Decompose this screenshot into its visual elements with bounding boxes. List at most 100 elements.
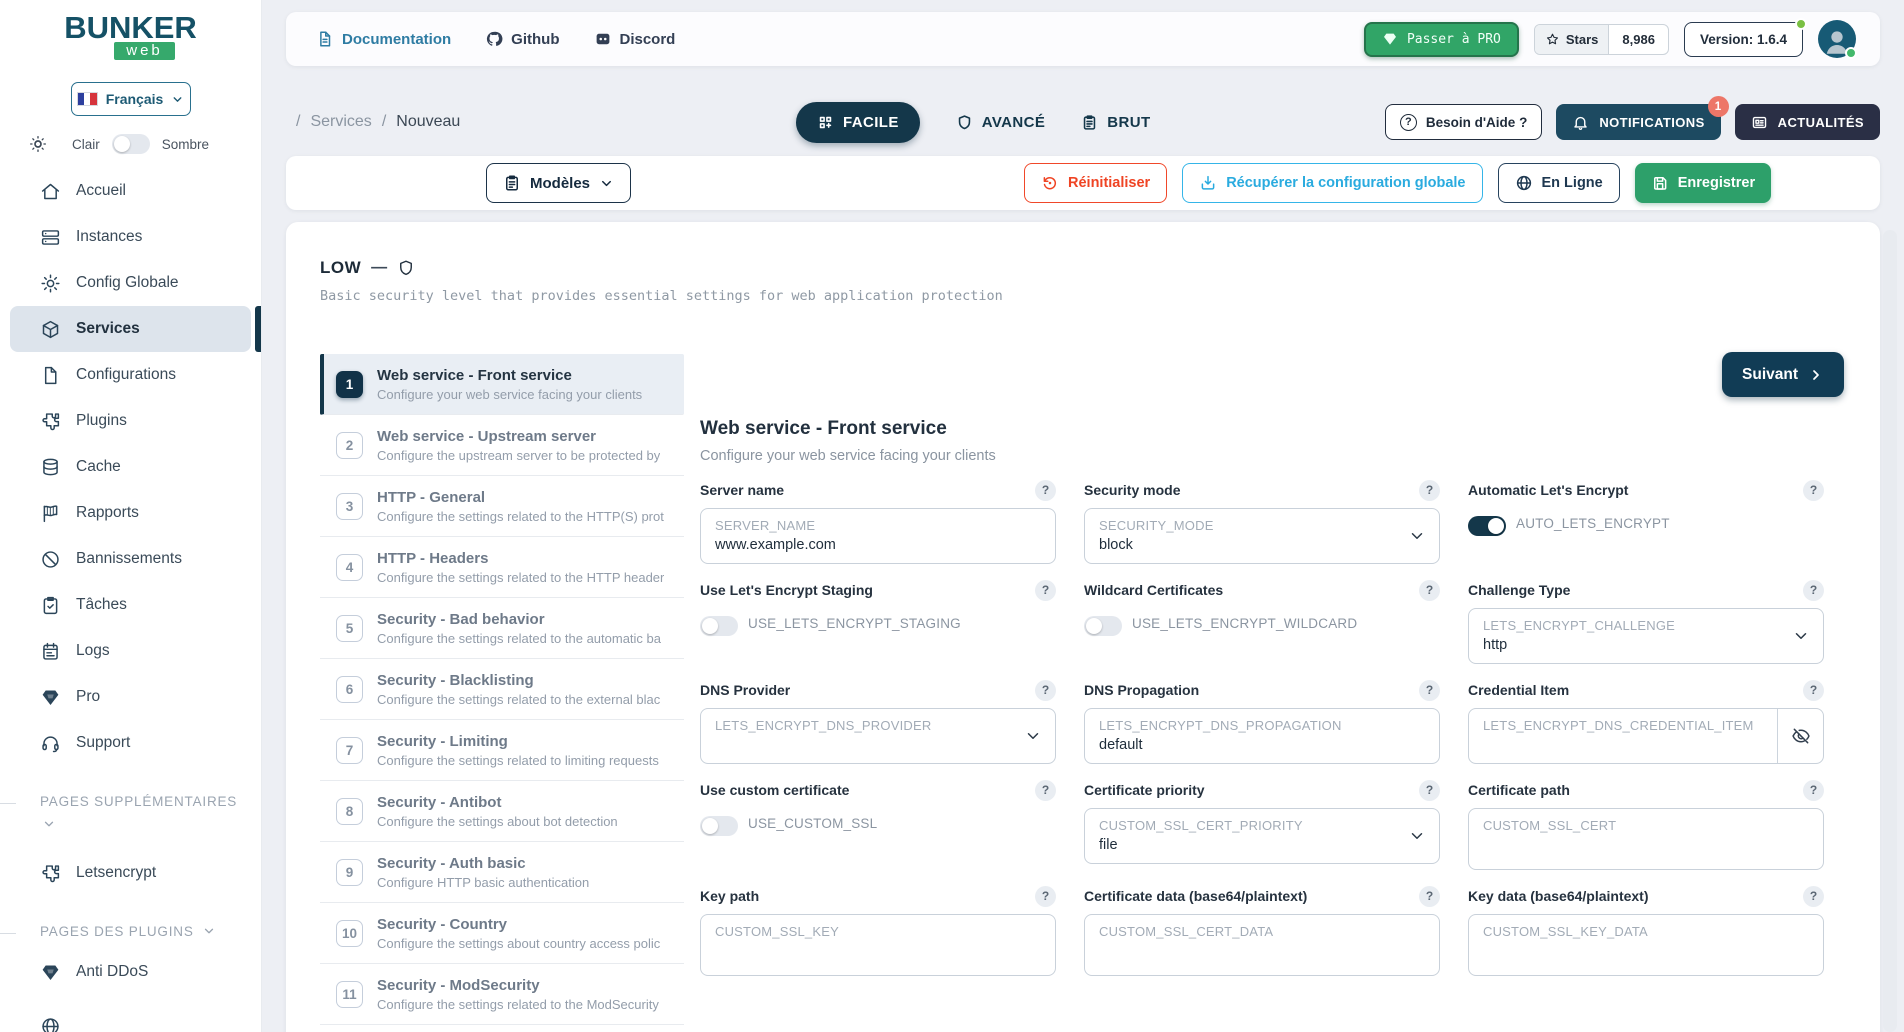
theme-toggle[interactable] <box>112 134 150 154</box>
help-icon[interactable]: ? <box>1803 580 1824 601</box>
wizard-step-9[interactable]: 9Security - Auth basicConfigure HTTP bas… <box>320 842 684 903</box>
field-label-row: Certificate data (base64/plaintext)? <box>1084 886 1440 906</box>
help-icon[interactable]: ? <box>1419 480 1440 501</box>
toggle-auto-lets-encrypt[interactable] <box>1468 516 1506 536</box>
tab-brut[interactable]: BRUT <box>1081 114 1150 131</box>
sidebar-item-partial[interactable] <box>40 1016 61 1032</box>
sidebar-item-anti-ddos[interactable]: Anti DDoS <box>0 949 261 995</box>
help-icon[interactable]: ? <box>1035 780 1056 801</box>
sidebar-item-t-ches[interactable]: Tâches <box>0 582 261 628</box>
save-button[interactable]: Enregistrer <box>1635 163 1771 203</box>
help-icon[interactable]: ? <box>1419 780 1440 801</box>
level-dash: — <box>371 259 387 277</box>
sidebar-item-pro[interactable]: Pro <box>0 674 261 720</box>
sidebar-item-instances[interactable]: Instances <box>0 214 261 260</box>
breadcrumb-item-nouveau[interactable]: Nouveau <box>396 113 460 131</box>
wizard-step-2[interactable]: 2Web service - Upstream serverConfigure … <box>320 415 684 476</box>
sidebar-item-support[interactable]: Support <box>0 720 261 766</box>
discord-link[interactable]: Discord <box>594 30 676 48</box>
sidebar-item-letsencrypt[interactable]: Letsencrypt <box>0 850 261 896</box>
textarea-custom-ssl-cert-data[interactable]: CUSTOM_SSL_CERT_DATA <box>1084 914 1440 976</box>
sidebar-item-configurations[interactable]: Configurations <box>0 352 261 398</box>
tab-facile[interactable]: FACILE <box>796 102 920 143</box>
textarea-custom-ssl-key-data[interactable]: CUSTOM_SSL_KEY_DATA <box>1468 914 1824 976</box>
wizard-step-8[interactable]: 8Security - AntibotConfigure the setting… <box>320 781 684 842</box>
github-icon <box>485 30 503 48</box>
field-value: block <box>1099 537 1425 553</box>
help-icon[interactable]: ? <box>1035 680 1056 701</box>
sidebar-item-accueil[interactable]: Accueil <box>0 168 261 214</box>
help-icon[interactable]: ? <box>1419 886 1440 907</box>
pull-global-config-button[interactable]: Récupérer la configuration globale <box>1182 163 1482 203</box>
step-panel-subtitle: Configure your web service facing your c… <box>700 448 996 464</box>
gear-icon <box>40 273 61 294</box>
field-credential-item: Credential Item? LETS_ENCRYPT_DNS_CREDENT… <box>1468 680 1824 764</box>
toggle-use-custom-ssl[interactable] <box>700 816 738 836</box>
sidebar-item-logs[interactable]: Logs <box>0 628 261 674</box>
field-label-row: DNS Provider? <box>700 680 1056 700</box>
wizard-step-5[interactable]: 5Security - Bad behaviorConfigure the se… <box>320 598 684 659</box>
select-security-mode[interactable]: SECURITY_MODEblock <box>1084 508 1440 564</box>
wizard-step-7[interactable]: 7Security - LimitingConfigure the settin… <box>320 720 684 781</box>
help-icon[interactable]: ? <box>1419 680 1440 701</box>
wizard-step-6[interactable]: 6Security - BlacklistingConfigure the se… <box>320 659 684 720</box>
select-lets-encrypt-dns-provider[interactable]: LETS_ENCRYPT_DNS_PROVIDER <box>700 708 1056 764</box>
next-button[interactable]: Suivant <box>1722 352 1844 397</box>
sidebar-item-plugins[interactable]: Plugins <box>0 398 261 444</box>
select-lets-encrypt-challenge[interactable]: LETS_ENCRYPT_CHALLENGEhttp <box>1468 608 1824 664</box>
toggle-use-lets-encrypt-staging[interactable] <box>700 616 738 636</box>
breadcrumb-item-services[interactable]: Services <box>310 113 371 131</box>
help-icon[interactable]: ? <box>1803 886 1824 907</box>
sidebar-item-bannissements[interactable]: Bannissements <box>0 536 261 582</box>
wizard-step-3[interactable]: 3HTTP - GeneralConfigure the settings re… <box>320 476 684 537</box>
notifications-button[interactable]: NOTIFICATIONS 1 <box>1556 104 1720 140</box>
field-label-row: Key data (base64/plaintext)? <box>1468 886 1824 906</box>
help-icon[interactable]: ? <box>1035 886 1056 907</box>
help-icon[interactable]: ? <box>1803 780 1824 801</box>
reset-button[interactable]: Réinitialiser <box>1024 163 1167 203</box>
active-indicator-bar <box>255 306 261 352</box>
sidebar-item-config-globale[interactable]: Config Globale <box>0 260 261 306</box>
version-button[interactable]: Version: 1.6.4 <box>1684 22 1803 57</box>
wizard-step-11[interactable]: 11Security - ModSecurityConfigure the se… <box>320 964 684 1025</box>
scrollbar[interactable] <box>1883 230 1897 1032</box>
textarea-custom-ssl-key[interactable]: CUSTOM_SSL_KEY <box>700 914 1056 976</box>
wizard-step-10[interactable]: 10Security - CountryConfigure the settin… <box>320 903 684 964</box>
language-selector[interactable]: Français <box>71 82 191 116</box>
input-lets-encrypt-dns-credential-item[interactable]: LETS_ENCRYPT_DNS_CREDENTIAL_ITEM <box>1468 708 1824 764</box>
field-use-custom-certificate: Use custom certificate?USE_CUSTOM_SSL <box>700 780 1056 870</box>
input-server-name[interactable]: SERVER_NAMEwww.example.com <box>700 508 1056 564</box>
help-icon[interactable]: ? <box>1803 480 1824 501</box>
save-icon <box>1651 174 1669 192</box>
help-icon[interactable]: ? <box>1035 580 1056 601</box>
tab-label: AVANCÉ <box>982 114 1046 131</box>
wizard-card: LOW — Basic security level that provides… <box>286 222 1880 1032</box>
news-button[interactable]: ACTUALITÉS <box>1735 104 1880 140</box>
textarea-custom-ssl-cert[interactable]: CUSTOM_SSL_CERT <box>1468 808 1824 870</box>
help-icon[interactable]: ? <box>1803 680 1824 701</box>
upgrade-pro-button[interactable]: Passer à PRO <box>1364 22 1519 57</box>
tab-avanc[interactable]: AVANCÉ <box>956 114 1046 131</box>
github-link[interactable]: Github <box>485 30 559 48</box>
wizard-step-1[interactable]: 1Web service - Front serviceConfigure yo… <box>320 354 684 415</box>
sidebar-item-rapports[interactable]: Rapports <box>0 490 261 536</box>
templates-dropdown[interactable]: Modèles <box>486 163 631 203</box>
toggle-visibility-button[interactable] <box>1777 709 1823 763</box>
wizard-step-4[interactable]: 4HTTP - HeadersConfigure the settings re… <box>320 537 684 598</box>
help-button[interactable]: ? Besoin d'Aide ? <box>1385 104 1542 140</box>
eyeoff-icon <box>1791 726 1811 746</box>
help-icon[interactable]: ? <box>1419 580 1440 601</box>
documentation-link[interactable]: Documentation <box>316 30 451 48</box>
input-lets-encrypt-dns-propagation[interactable]: LETS_ENCRYPT_DNS_PROPAGATIONdefault <box>1084 708 1440 764</box>
avatar[interactable] <box>1818 20 1856 58</box>
sidebar-item-services[interactable]: Services <box>10 306 251 352</box>
toggle-knob <box>1488 518 1504 534</box>
sidebar-item-cache[interactable]: Cache <box>0 444 261 490</box>
github-stars-badge[interactable]: Stars 8,986 <box>1534 24 1669 55</box>
field-label-row: Credential Item? <box>1468 680 1824 700</box>
section-collapse-chevron[interactable] <box>0 817 261 836</box>
help-icon[interactable]: ? <box>1035 480 1056 501</box>
select-custom-ssl-cert-priority[interactable]: CUSTOM_SSL_CERT_PRIORITYfile <box>1084 808 1440 864</box>
online-button[interactable]: En Ligne <box>1498 163 1620 203</box>
toggle-use-lets-encrypt-wildcard[interactable] <box>1084 616 1122 636</box>
